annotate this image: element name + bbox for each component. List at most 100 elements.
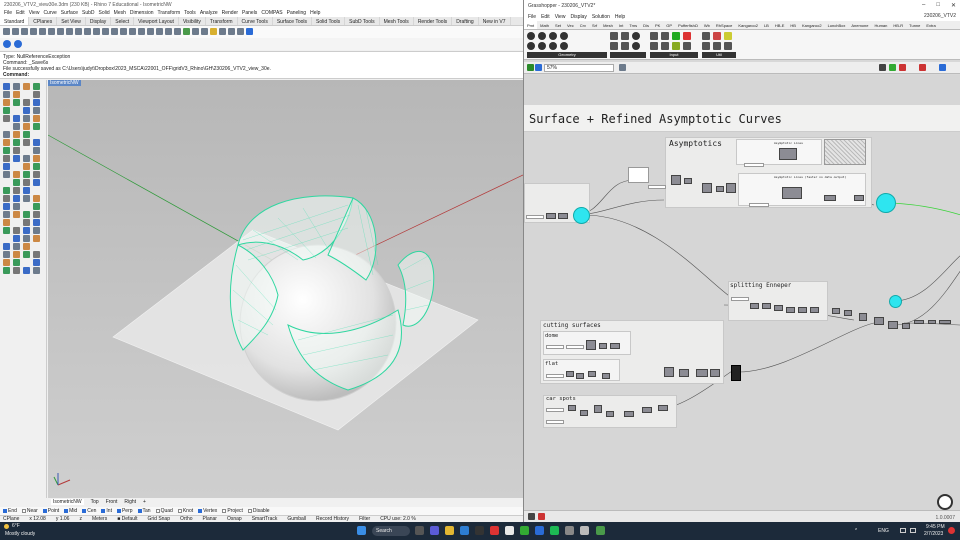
menu-view[interactable]: View [29, 10, 40, 16]
checkbox-icon[interactable] [222, 508, 227, 513]
checkbox-icon[interactable] [82, 508, 87, 513]
tool-icon[interactable] [33, 179, 40, 186]
light-icon[interactable] [210, 28, 217, 35]
tool-icon[interactable] [3, 171, 10, 178]
gh-menu-file[interactable]: File [528, 14, 536, 20]
param-icon[interactable] [527, 42, 535, 50]
gh-tab[interactable]: Vec [564, 21, 577, 29]
tab-curve-tools[interactable]: Curve Tools [238, 17, 273, 25]
osnap-near[interactable]: Near [21, 508, 38, 514]
zoom-selected-icon[interactable] [129, 28, 136, 35]
weather-desc[interactable]: Mostly cloudy [5, 531, 35, 537]
data-icon[interactable] [724, 32, 732, 40]
asymptotic-lines-component[interactable] [779, 148, 797, 160]
component[interactable] [702, 183, 712, 193]
menu-compas[interactable]: COMPAS [261, 10, 282, 16]
tool-icon[interactable] [23, 179, 30, 186]
component[interactable] [696, 369, 708, 377]
number-slider[interactable] [546, 374, 564, 378]
tool-icon[interactable] [33, 91, 40, 98]
component[interactable] [824, 195, 836, 201]
help-icon[interactable] [246, 28, 253, 35]
file-explorer-icon[interactable] [445, 526, 454, 535]
grasshopper-app-icon[interactable] [596, 526, 605, 535]
gh-tab[interactable]: Srf [589, 21, 600, 29]
component[interactable] [762, 303, 771, 309]
osnap-end[interactable]: End [3, 508, 17, 514]
component[interactable] [750, 303, 759, 309]
gh-menu-solution[interactable]: Solution [592, 14, 610, 20]
spotify-icon[interactable] [520, 526, 529, 535]
tool-icon[interactable] [13, 83, 20, 90]
edge-icon[interactable] [460, 526, 469, 535]
start-windows-icon[interactable] [357, 526, 366, 535]
tool-icon[interactable] [13, 267, 20, 274]
checkbox-icon[interactable] [42, 508, 47, 513]
tab-select[interactable]: Select [111, 17, 135, 25]
preview-icon[interactable] [879, 64, 886, 71]
param-icon[interactable] [610, 32, 618, 40]
component[interactable] [566, 371, 574, 377]
panel-component[interactable] [628, 167, 649, 183]
tab-solid-tools[interactable]: Solid Tools [312, 17, 346, 25]
gh-tab[interactable]: PufferfishΩ [675, 21, 701, 29]
plugin-icon-2[interactable] [14, 40, 22, 48]
tool-icon[interactable] [3, 107, 10, 114]
component[interactable] [832, 308, 840, 314]
zoom-extents-icon[interactable] [619, 64, 626, 71]
tool-icon[interactable] [13, 251, 20, 258]
tab-drafting[interactable]: Drafting [452, 17, 479, 25]
tab-transform[interactable]: Transform [206, 17, 238, 25]
menu-paneling[interactable]: Paneling [287, 10, 306, 16]
tab-viewport-layout[interactable]: Viewport Layout [134, 17, 179, 25]
component[interactable] [602, 373, 610, 379]
tool-icon[interactable] [23, 171, 30, 178]
tool-icon[interactable] [3, 131, 10, 138]
gh-tab[interactable]: GP [663, 21, 675, 29]
number-slider[interactable] [749, 203, 769, 207]
tool-icon[interactable] [3, 147, 10, 154]
panel-icon[interactable] [672, 32, 680, 40]
tab-display[interactable]: Display [86, 17, 112, 25]
gh-tab[interactable]: Trns [626, 21, 640, 29]
menu-dimension[interactable]: Dimension [130, 10, 154, 16]
number-slider[interactable] [566, 345, 584, 349]
gh-menu-edit[interactable]: Edit [541, 14, 550, 20]
tray-chevron-icon[interactable]: ^ [855, 528, 857, 534]
gh-tab[interactable]: Set [552, 21, 564, 29]
gate-icon[interactable] [702, 42, 710, 50]
tab-mesh-tools[interactable]: Mesh Tools [380, 17, 414, 25]
component[interactable] [664, 367, 674, 377]
tool-icon[interactable] [3, 195, 10, 202]
number-slider[interactable] [546, 420, 564, 424]
tool-icon[interactable] [23, 211, 30, 218]
number-slider[interactable] [731, 297, 749, 301]
toggle-icon[interactable] [661, 32, 669, 40]
gh-tab[interactable]: LunchBox [825, 21, 849, 29]
material-icon[interactable] [219, 28, 226, 35]
menu-tools[interactable]: Tools [184, 10, 196, 16]
list-icon[interactable] [661, 42, 669, 50]
rendered-icon[interactable] [201, 28, 208, 35]
osnap-knot[interactable]: Knot [177, 508, 193, 514]
cut-icon[interactable] [48, 28, 55, 35]
set-cplane-icon[interactable] [156, 28, 163, 35]
gh-document-name[interactable]: 230206_VTV2 [924, 13, 956, 19]
tool-icon[interactable] [23, 107, 30, 114]
tool-icon[interactable] [13, 227, 20, 234]
checkbox-icon[interactable] [247, 508, 252, 513]
gh-tab[interactable]: HB-R [890, 21, 906, 29]
undo-view-icon[interactable] [138, 28, 145, 35]
osnap-cen[interactable]: Cen [82, 508, 96, 514]
zoom-icon[interactable] [102, 28, 109, 35]
tool-icon[interactable] [23, 243, 30, 250]
notification-icon[interactable] [948, 527, 955, 534]
tool-icon[interactable] [23, 187, 30, 194]
tool-icon[interactable] [13, 139, 20, 146]
tool-icon[interactable] [13, 99, 20, 106]
osnap-perp[interactable]: Perp [116, 508, 133, 514]
param-icon[interactable] [610, 42, 618, 50]
param-icon[interactable] [621, 32, 629, 40]
tool-icon[interactable] [3, 203, 10, 210]
tool-icon[interactable] [33, 107, 40, 114]
